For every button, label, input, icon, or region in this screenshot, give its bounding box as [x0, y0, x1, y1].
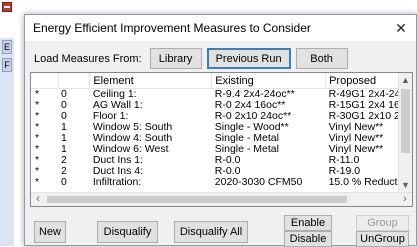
column-header-element[interactable]: Element: [89, 73, 213, 89]
table-row[interactable]: * 0 Floor 1: R-0 2x10 24oc** R-30G1 2x10 24c: [31, 111, 412, 122]
dialog-titlebar: Energy Efficient Improvement Measures to…: [25, 15, 416, 41]
group-button[interactable]: Group: [356, 215, 409, 231]
cell-group: 1: [61, 133, 67, 144]
cell-group: 1: [61, 122, 67, 133]
cell-existing: R-0.0: [214, 155, 241, 166]
measures-grid[interactable]: Element Existing Proposed * 0 Ceiling 1: R-…: [30, 72, 413, 207]
load-measures-row: Load Measures From: Library Previous Run…: [34, 48, 348, 69]
dialog-title: Energy Efficient Improvement Measures to…: [33, 21, 311, 35]
cell-flag: *: [35, 177, 40, 188]
horizontal-scroll-thumb[interactable]: [47, 196, 347, 203]
scroll-up-icon[interactable]: ▲: [399, 73, 412, 87]
vertical-scrollbar[interactable]: ▲ ▼: [398, 73, 412, 192]
horizontal-scrollbar[interactable]: ‹ ›: [31, 192, 412, 206]
cell-existing: R-0.0: [214, 166, 241, 177]
table-header-row: Element Existing Proposed: [31, 73, 412, 89]
cell-existing: R-9.4 2x4-24oc**: [214, 88, 295, 100]
app-logo-icon: [2, 2, 12, 12]
table-row[interactable]: * 1 Window 5: South Single - Wood** Vinyl Ne…: [31, 122, 412, 133]
scroll-down-icon[interactable]: ▼: [399, 178, 412, 192]
vertical-scroll-thumb[interactable]: [401, 89, 410, 153]
cell-flag: *: [35, 155, 40, 166]
cell-group: 0: [61, 111, 67, 122]
background-tab[interactable]: E: [2, 40, 12, 54]
scroll-left-icon[interactable]: ‹: [31, 193, 45, 206]
cell-element: Window 5: South: [92, 122, 173, 133]
library-button[interactable]: Library: [149, 48, 202, 69]
background-tab[interactable]: F: [2, 58, 12, 72]
cell-group: 0: [61, 100, 67, 111]
cell-existing: Single - Wood**: [214, 122, 289, 133]
cell-flag: *: [35, 122, 40, 133]
cell-element: AG Wall 1:: [92, 100, 143, 111]
cell-flag: *: [35, 133, 40, 144]
enable-button[interactable]: Enable: [284, 215, 332, 231]
cell-element: Floor 1:: [92, 111, 129, 122]
table-row[interactable]: * 2 Duct Ins 1: R-0.0 R-11.0: [31, 155, 412, 166]
ungroup-button[interactable]: UnGroup: [356, 231, 409, 247]
close-icon[interactable]: ✕: [390, 17, 412, 39]
cell-group: 0: [61, 177, 67, 188]
cell-flag: *: [35, 144, 40, 155]
column-header-existing[interactable]: Existing: [211, 73, 327, 89]
cell-flag: *: [35, 111, 40, 122]
measures-dialog: Energy Efficient Improvement Measures to…: [24, 14, 417, 247]
disqualify-all-button[interactable]: Disqualify All: [174, 221, 248, 243]
cell-existing: Single - Metal: [214, 133, 279, 144]
cell-existing: R-0 2x4 16oc**: [214, 100, 286, 111]
cell-group: 2: [61, 166, 67, 177]
cell-element: Window 6: West: [92, 144, 169, 155]
cell-flag: *: [35, 88, 40, 100]
cell-element: Ceiling 1:: [92, 88, 137, 100]
table-row[interactable]: * 0 AG Wall 1: R-0 2x4 16oc** R-15G1 2x4 16o…: [31, 100, 412, 111]
cell-element: Window 4: South: [92, 133, 173, 144]
scroll-right-icon[interactable]: ›: [398, 193, 412, 206]
cell-group: 2: [61, 155, 67, 166]
table-row[interactable]: * 1 Window 6: West Single - Metal Vinyl New*…: [31, 144, 412, 155]
cell-group: 0: [61, 88, 67, 100]
cell-flag: *: [35, 166, 40, 177]
cell-existing: Single - Metal: [214, 144, 279, 155]
new-button[interactable]: New: [34, 221, 66, 243]
cell-element: Infiltration:: [92, 177, 142, 188]
table-row[interactable]: * 1 Window 4: South Single - Metal Vinyl New…: [31, 133, 412, 144]
load-measures-label: Load Measures From:: [34, 52, 142, 65]
cell-existing: 2020-3030 CFM50: [214, 177, 303, 188]
measures-table: Element Existing Proposed * 0 Ceiling 1: R-…: [31, 73, 412, 188]
table-row[interactable]: * 2 Duct Ins 4: R-0.0 R-19.0: [31, 166, 412, 177]
table-row[interactable]: * 0 Ceiling 1: R-9.4 2x4-24oc** R-49G1 2x4-2…: [31, 89, 412, 101]
column-header-group[interactable]: [58, 73, 91, 89]
disqualify-button[interactable]: Disqualify: [97, 221, 158, 243]
cell-element: Duct Ins 1:: [92, 155, 144, 166]
disable-button[interactable]: Disable: [284, 231, 332, 247]
column-header-flag[interactable]: [31, 73, 59, 89]
cell-group: 1: [61, 144, 67, 155]
cell-element: Duct Ins 4:: [92, 166, 144, 177]
cell-existing: R-0 2x10 24oc**: [214, 111, 292, 122]
table-row[interactable]: * 0 Infiltration: 2020-3030 CFM50 15.0 % Red…: [31, 177, 412, 188]
cell-flag: *: [35, 100, 40, 111]
previous-run-button[interactable]: Previous Run: [206, 48, 291, 69]
both-button[interactable]: Both: [295, 48, 348, 69]
